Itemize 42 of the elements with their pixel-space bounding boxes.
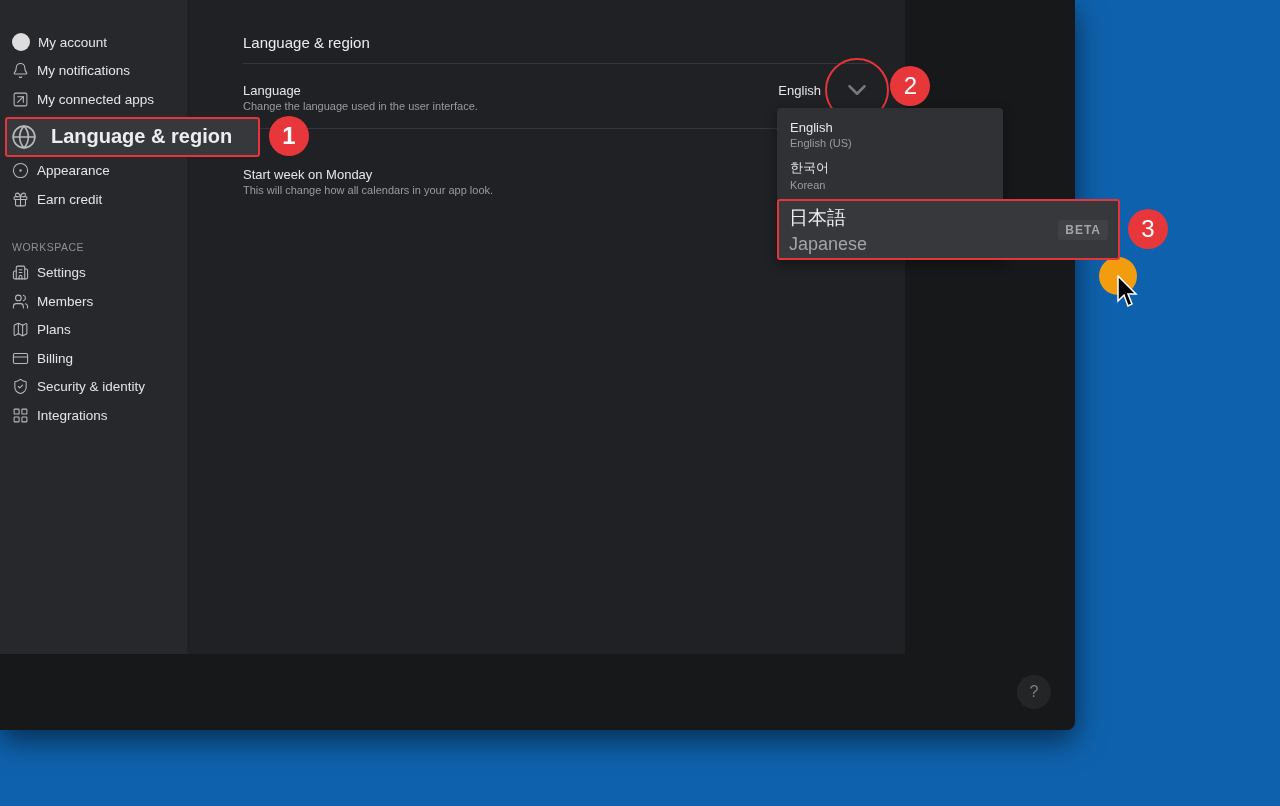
option-sublabel: Korean xyxy=(790,179,827,191)
circle-icon xyxy=(12,162,29,180)
step-badge: 2 xyxy=(890,66,931,106)
help-button[interactable]: ? xyxy=(1017,675,1051,709)
sidebar-item[interactable]: Security & identity xyxy=(37,379,146,395)
option-sublabel: English (US) xyxy=(790,137,853,149)
sidebar-item[interactable]: Billing xyxy=(37,350,74,366)
sidebar-item[interactable]: Integrations xyxy=(37,407,108,423)
section-title: WORKSPACE xyxy=(11,239,85,255)
option-label: 日本語 xyxy=(789,205,847,230)
users-icon xyxy=(12,292,29,310)
external-link-icon xyxy=(12,90,29,108)
shield-icon xyxy=(12,378,29,396)
cursor-icon xyxy=(1117,275,1139,309)
option-label: 한국어 xyxy=(790,159,830,177)
menu-option[interactable]: 한국어 Korean xyxy=(777,155,1003,197)
language-select[interactable]: English xyxy=(778,82,821,98)
sidebar-item[interactable]: My notifications xyxy=(37,63,131,79)
beta-tag: BETA xyxy=(1058,219,1108,240)
sidebar-item[interactable]: Appearance xyxy=(37,163,110,179)
gift-icon xyxy=(12,190,29,208)
setting-description: Change the language used in the user interface. xyxy=(243,99,478,112)
step-badge: 3 xyxy=(1128,209,1168,249)
option-sublabel: Japanese xyxy=(789,233,868,255)
sidebar-item[interactable]: Plans xyxy=(37,322,71,338)
option-label: English xyxy=(790,120,834,135)
sidebar-item[interactable]: My account xyxy=(38,34,108,50)
avatar xyxy=(12,33,30,52)
menu-option[interactable]: English English (US) xyxy=(777,116,1003,155)
bell-icon xyxy=(12,62,29,80)
sidebar-item[interactable]: Settings xyxy=(37,265,86,281)
setting-description: This will change how all calendars in your app look. xyxy=(243,184,494,196)
sidebar-item[interactable]: My connected apps xyxy=(37,91,155,107)
map-icon xyxy=(12,321,29,339)
setting-title: Language xyxy=(243,82,302,98)
grid-icon xyxy=(12,406,29,424)
globe-icon xyxy=(11,123,37,150)
page-title: Language & region xyxy=(243,34,869,64)
setting-title: Start week on Monday xyxy=(243,167,374,182)
building-icon xyxy=(12,264,29,282)
sidebar-item[interactable]: Earn credit xyxy=(37,191,103,207)
sidebar-item[interactable]: Members xyxy=(37,293,94,309)
